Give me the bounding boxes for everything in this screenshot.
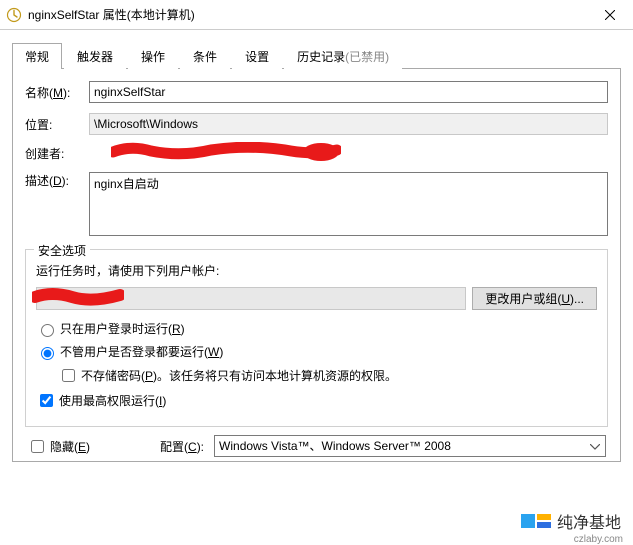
tab-history[interactable]: 历史记录(已禁用) <box>284 43 402 69</box>
titlebar: nginxSelfStar 属性(本地计算机) <box>0 0 633 30</box>
creator-label: 创建者: <box>25 145 89 162</box>
radio-whether-logged-on[interactable]: 不管用户是否登录都要运行(W) <box>36 343 597 360</box>
configure-select[interactable]: Windows Vista™、Windows Server™ 2008 <box>214 435 606 457</box>
radio-whether-logged-on-input[interactable] <box>41 347 54 360</box>
name-label: 名称(M): <box>25 84 89 101</box>
security-legend: 安全选项 <box>34 242 90 259</box>
runwhen-label: 运行任务时，请使用下列用户帐户: <box>36 262 597 279</box>
close-icon <box>605 10 615 20</box>
user-account-field <box>36 287 466 310</box>
tab-general[interactable]: 常规 <box>12 43 62 69</box>
redaction-mark <box>111 142 341 162</box>
watermark-url: czlaby.com <box>574 534 623 545</box>
radio-only-logged-on[interactable]: 只在用户登录时运行(R) <box>36 320 597 337</box>
tab-conditions[interactable]: 条件 <box>180 43 230 69</box>
configure-label: 配置(C): <box>160 438 204 455</box>
checkbox-hidden-input[interactable] <box>31 440 44 453</box>
change-user-button[interactable]: 更改用户或组(U)... <box>472 287 597 310</box>
tab-panel-general: 名称(M): 位置: 创建者: 描述(D): 安全选项 运行任务时，请使用下列用… <box>12 69 621 462</box>
checkbox-hidden[interactable]: 隐藏(E) <box>27 437 90 456</box>
checkbox-run-highest-input[interactable] <box>40 394 53 407</box>
tab-settings[interactable]: 设置 <box>232 43 282 69</box>
window-title: nginxSelfStar 属性(本地计算机) <box>28 6 195 23</box>
checkbox-run-highest[interactable]: 使用最高权限运行(I) <box>36 391 597 410</box>
description-input[interactable] <box>89 172 608 236</box>
description-label: 描述(D): <box>25 172 89 189</box>
name-input[interactable] <box>89 81 608 103</box>
location-label: 位置: <box>25 116 89 133</box>
security-options-group: 安全选项 运行任务时，请使用下列用户帐户: 更改用户或组(U)... 只在用户登… <box>25 249 608 427</box>
tab-actions[interactable]: 操作 <box>128 43 178 69</box>
location-field <box>89 113 608 135</box>
checkbox-no-store-password-input[interactable] <box>62 369 75 382</box>
tab-triggers[interactable]: 触发器 <box>64 43 126 69</box>
tab-strip: 常规 触发器 操作 条件 设置 历史记录(已禁用) <box>12 42 621 69</box>
watermark-text: 纯净基地 <box>557 509 621 533</box>
close-button[interactable] <box>587 0 633 30</box>
radio-only-logged-on-input[interactable] <box>41 324 54 337</box>
watermark-logo-icon <box>521 514 551 528</box>
redaction-mark <box>32 287 124 307</box>
task-scheduler-icon <box>6 7 22 23</box>
checkbox-no-store-password[interactable]: 不存储密码(P)。该任务将只有访问本地计算机资源的权限。 <box>58 366 597 385</box>
